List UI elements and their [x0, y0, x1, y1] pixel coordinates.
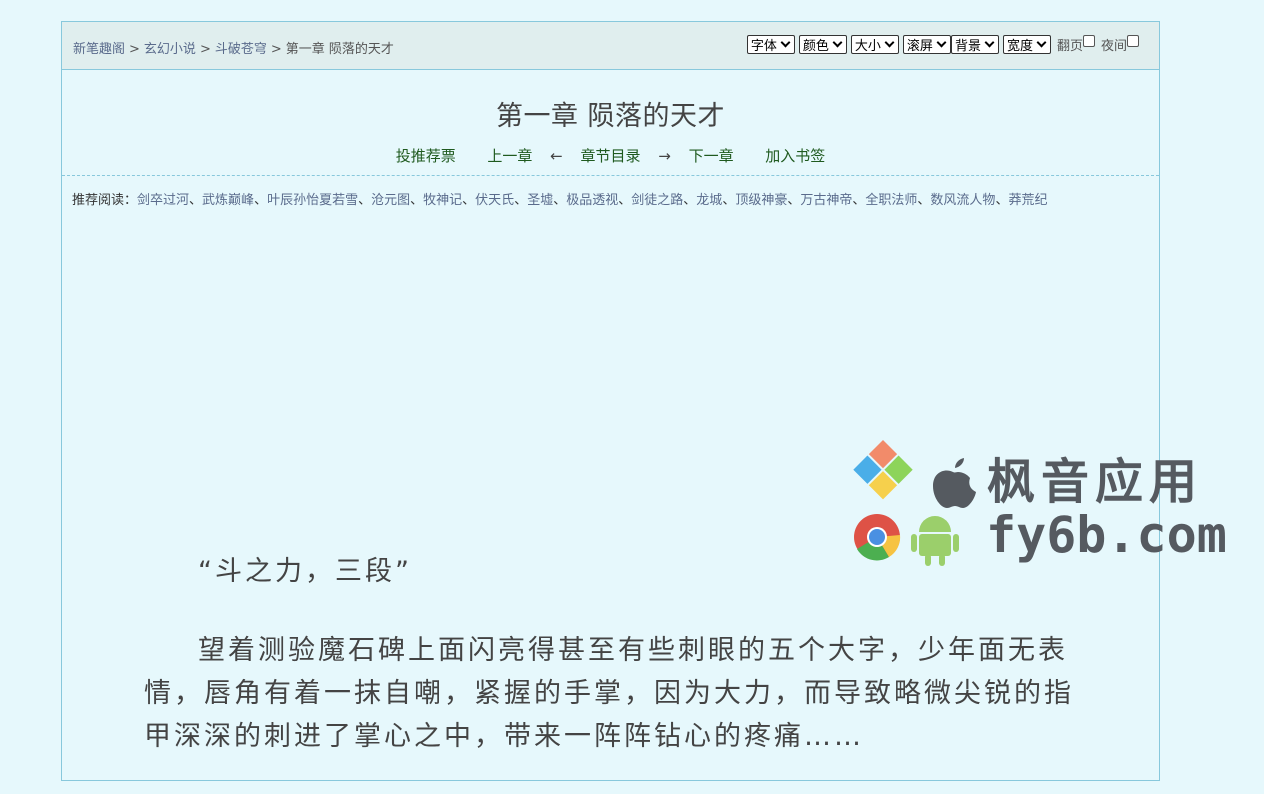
width-select-label: 宽度	[1006, 39, 1033, 54]
recommend-book-link[interactable]: 沧元图	[371, 193, 410, 208]
size-select[interactable]: 大小	[850, 35, 899, 54]
right-arrow-icon: →	[658, 147, 671, 165]
recommend-separator: 、	[254, 193, 268, 208]
background-select-label: 背景	[954, 39, 981, 54]
top-bar: 新笔趣阁 > 玄幻小说 > 斗破苍穹 > 第一章 陨落的天才 字体 颜色 大小 滚屏 背景 …	[62, 22, 1159, 70]
recommend-separator: 、	[787, 193, 801, 208]
page-flip-label: 翻页	[1056, 39, 1083, 54]
chapter-nav: 投推荐票 上一章 ← 章节目录 → 下一章 加入书签	[62, 145, 1159, 169]
breadcrumb-separator: >	[199, 42, 211, 57]
recommend-book-link[interactable]: 顶级神豪	[735, 193, 787, 208]
watermark: 枫音应用 fy6b.com	[853, 440, 1227, 570]
recommend-book-link[interactable]: 万古神帝	[800, 193, 852, 208]
width-select[interactable]: 宽度	[1002, 35, 1051, 54]
recommend-separator: 、	[358, 193, 372, 208]
breadcrumb-home-link[interactable]: 新笔趣阁	[73, 42, 125, 57]
breadcrumb-category-link[interactable]: 玄幻小说	[144, 42, 196, 57]
recommend-book-link[interactable]: 剑卒过河	[137, 193, 189, 208]
reader-page: 新笔趣阁 > 玄幻小说 > 斗破苍穹 > 第一章 陨落的天才 字体 颜色 大小 滚屏 背景 …	[61, 21, 1160, 781]
scroll-select[interactable]: 滚屏	[902, 35, 951, 54]
chevron-down-icon	[984, 37, 995, 48]
page-flip-checkbox[interactable]	[1082, 34, 1095, 47]
scroll-select-label: 滚屏	[906, 39, 933, 54]
chapter-header: 第一章 陨落的天才 投推荐票 上一章 ← 章节目录 → 下一章 加入书签	[62, 94, 1159, 169]
recommend-separator: 、	[462, 193, 476, 208]
recommend-separator: 、	[618, 193, 632, 208]
recommend-book-link[interactable]: 剑徒之路	[631, 193, 683, 208]
toc-link[interactable]: 章节目录	[580, 147, 640, 165]
breadcrumb-separator: >	[129, 42, 140, 57]
recommend-book-link[interactable]: 伏天氏	[475, 193, 514, 208]
recommend-book-link[interactable]: 圣墟	[527, 193, 553, 208]
font-select-label: 字体	[750, 39, 777, 54]
watermark-text-en: fy6b.com	[986, 506, 1227, 564]
background-select[interactable]: 背景	[950, 35, 999, 54]
recommend-book-link[interactable]: 莽荒纪	[1008, 193, 1047, 208]
night-mode-label: 夜间	[1100, 39, 1127, 54]
color-select-label: 颜色	[802, 39, 829, 54]
color-select[interactable]: 颜色	[798, 35, 847, 54]
breadcrumb-separator: >	[270, 42, 282, 57]
vote-link[interactable]: 投推荐票	[396, 147, 456, 165]
recommend-separator: 、	[553, 193, 567, 208]
reader-settings: 字体 颜色 大小 滚屏 背景 宽度 翻页 夜间	[746, 34, 1143, 54]
content-paragraph: 望着测验魔石碑上面闪亮得甚至有些刺眼的五个大字，少年面无表情，唇角有着一抹自嘲，…	[144, 635, 1074, 752]
night-mode-checkbox[interactable]	[1127, 34, 1139, 47]
recommend-book-link[interactable]: 全职法师	[865, 193, 917, 208]
breadcrumb-book-link[interactable]: 斗破苍穹	[215, 42, 267, 57]
recommend-book-link[interactable]: 极品透视	[566, 193, 618, 208]
recommend-separator: 、	[852, 193, 866, 208]
recommend-label: 推荐阅读：	[72, 193, 138, 208]
chapter-title: 第一章 陨落的天才	[495, 101, 726, 132]
recommend-separator: 、	[410, 193, 424, 208]
recommend-list: 剑卒过河、武炼巅峰、叶辰孙怡夏若雪、沧元图、牧神记、伏天氏、圣墟、极品透视、剑徒…	[137, 193, 1047, 208]
next-chapter-link[interactable]: 下一章	[689, 147, 734, 165]
recommend-separator: 、	[722, 193, 736, 208]
font-select[interactable]: 字体	[746, 35, 795, 54]
chevron-down-icon	[780, 37, 791, 48]
chapter-content: “斗之力，三段” 望着测验魔石碑上面闪亮得甚至有些刺眼的五个大字，少年面无表情，…	[144, 550, 1074, 794]
left-arrow-icon: ←	[550, 147, 563, 165]
prev-chapter-link[interactable]: 上一章	[487, 147, 532, 165]
recommend-separator: 、	[683, 193, 697, 208]
chevron-down-icon	[884, 37, 895, 48]
recommend-book-link[interactable]: 叶辰孙怡夏若雪	[267, 193, 358, 208]
watermark-text-cn: 枫音应用	[987, 454, 1204, 510]
recommend-separator: 、	[995, 193, 1009, 208]
recommend-book-link[interactable]: 数风流人物	[930, 193, 995, 208]
recommend-separator: 、	[514, 193, 528, 208]
recommend-separator: 、	[189, 193, 203, 208]
recommend-reading: 推荐阅读：剑卒过河、武炼巅峰、叶辰孙怡夏若雪、沧元图、牧神记、伏天氏、圣墟、极品…	[62, 175, 1159, 208]
size-select-label: 大小	[854, 39, 881, 54]
recommend-separator: 、	[917, 193, 931, 208]
recommend-book-link[interactable]: 武炼巅峰	[202, 193, 254, 208]
chevron-down-icon	[936, 37, 947, 48]
breadcrumb-current: 第一章 陨落的天才	[285, 42, 394, 57]
recommend-book-link[interactable]: 龙城	[696, 193, 722, 208]
recommend-book-link[interactable]: 牧神记	[423, 193, 462, 208]
watermark-logo-icon	[853, 440, 976, 566]
chevron-down-icon	[832, 37, 843, 48]
breadcrumb: 新笔趣阁 > 玄幻小说 > 斗破苍穹 > 第一章 陨落的天才	[73, 38, 394, 57]
chevron-down-icon	[1036, 37, 1047, 48]
bookmark-link[interactable]: 加入书签	[765, 147, 825, 165]
